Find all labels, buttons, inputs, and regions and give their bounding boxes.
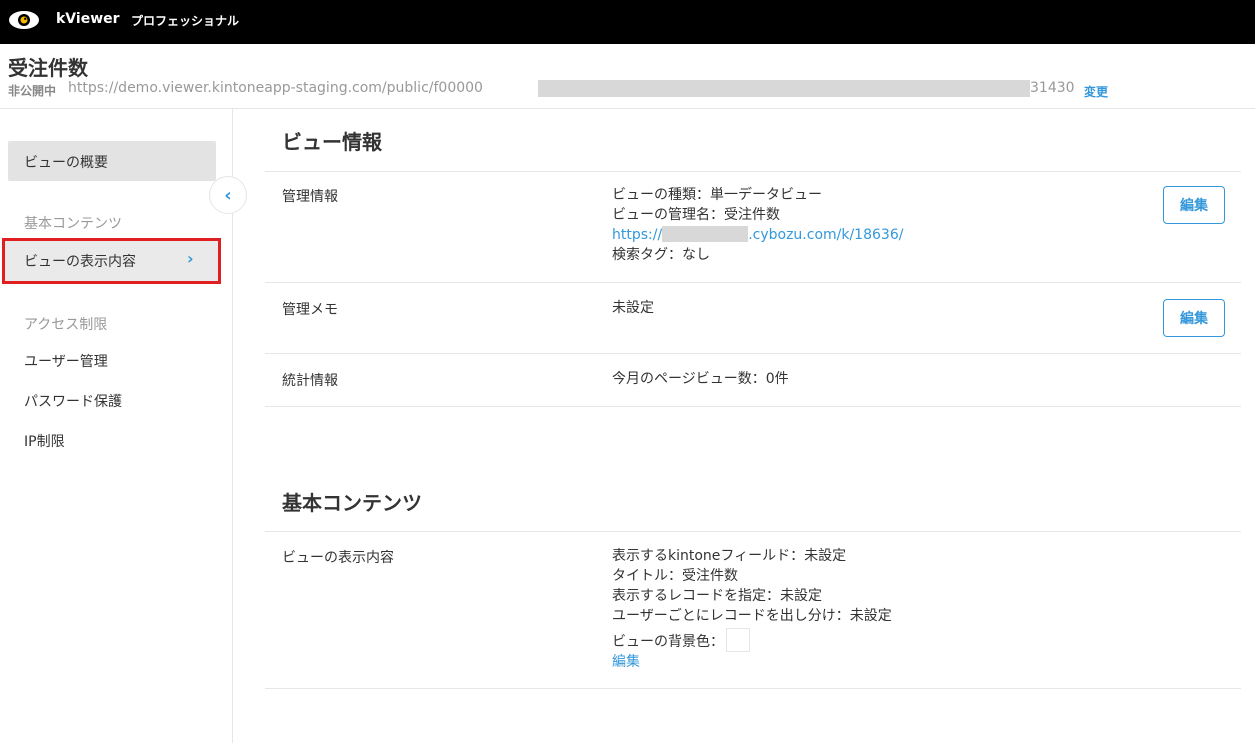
- collapse-sidebar-button[interactable]: ‹: [209, 176, 247, 214]
- row-divider: [265, 406, 1241, 407]
- row-label-memo: 管理メモ: [282, 302, 338, 318]
- page-title: 受注件数: [8, 56, 88, 80]
- stats-value: 今月のページビュー数：0件: [612, 371, 789, 387]
- url-redaction: [662, 226, 749, 242]
- row-divider: [265, 282, 1241, 283]
- view-name: ビューの管理名：受注件数: [612, 207, 780, 223]
- public-url: https://demo.viewer.kintoneapp-staging.c…: [68, 80, 483, 96]
- public-url-suffix: 31430: [1030, 80, 1077, 96]
- sidebar: ビューの概要 基本コンテンツ ビューの表示内容 › アクセス制限 ユーザー管理 …: [0, 109, 233, 743]
- display-title: タイトル：受注件数: [612, 568, 738, 584]
- eye-logo-icon[interactable]: [8, 9, 40, 31]
- search-tag: 検索タグ：なし: [612, 247, 710, 263]
- change-url-link[interactable]: 変更: [1084, 83, 1108, 100]
- bg-color-swatch: [726, 628, 750, 652]
- sidebar-section-basic: 基本コンテンツ: [24, 216, 122, 232]
- row-divider: [265, 531, 1241, 532]
- edition-label: プロフェッショナル: [131, 14, 240, 28]
- top-bar: kViewer プロフェッショナル: [0, 0, 1255, 44]
- sidebar-item-user-management[interactable]: ユーザー管理: [24, 351, 108, 371]
- row-divider: [265, 171, 1241, 172]
- display-content-info: 表示するkintoneフィールド：未設定 タイトル：受注件数 表示するレコードを…: [612, 546, 892, 672]
- sidebar-item-display-content[interactable]: ビューの表示内容 ›: [2, 238, 221, 284]
- display-records: 表示するレコードを指定：未設定: [612, 588, 822, 604]
- display-fields: 表示するkintoneフィールド：未設定: [612, 548, 847, 564]
- display-per-user: ユーザーごとにレコードを出し分け：未設定: [612, 608, 892, 624]
- link-prefix[interactable]: https://: [612, 227, 662, 243]
- sidebar-item-label: ビューの概要: [24, 155, 108, 171]
- display-bg-color: ビューの背景色：: [612, 628, 892, 652]
- url-redaction: [538, 80, 1030, 97]
- status-badge: 非公開中: [8, 84, 57, 98]
- row-label-management: 管理情報: [282, 189, 338, 205]
- edit-memo-button[interactable]: 編集: [1163, 299, 1225, 337]
- sidebar-section-access: アクセス制限: [24, 317, 108, 333]
- section-title-view-info: ビュー情報: [282, 130, 382, 154]
- chevron-right-icon: ›: [187, 249, 194, 268]
- view-type: ビューの種類：単一データビュー: [612, 187, 822, 203]
- bg-color-label: ビューの背景色：: [612, 634, 724, 650]
- kintone-app-link[interactable]: https:// .cybozu.com/k/18636/: [612, 225, 903, 245]
- edit-display-link[interactable]: 編集: [612, 652, 892, 672]
- row-label-display: ビューの表示内容: [282, 550, 394, 566]
- app-name[interactable]: kViewer: [56, 11, 120, 27]
- row-divider: [265, 353, 1241, 354]
- sidebar-item-ip-restriction[interactable]: IP制限: [24, 431, 65, 451]
- edit-management-button[interactable]: 編集: [1163, 186, 1225, 224]
- sidebar-item-overview[interactable]: ビューの概要: [8, 141, 216, 181]
- sidebar-item-label: ビューの表示内容: [24, 254, 136, 270]
- row-label-stats: 統計情報: [282, 373, 338, 389]
- row-divider: [265, 688, 1241, 689]
- sidebar-item-password[interactable]: パスワード保護: [24, 391, 122, 411]
- memo-value: 未設定: [612, 300, 654, 316]
- section-title-basic-content: 基本コンテンツ: [282, 491, 422, 515]
- management-info: ビューの種類：単一データビュー ビューの管理名：受注件数 https:// .cy…: [612, 185, 903, 265]
- chevron-left-icon: ‹: [224, 184, 232, 206]
- link-suffix[interactable]: .cybozu.com/k/18636/: [748, 227, 903, 243]
